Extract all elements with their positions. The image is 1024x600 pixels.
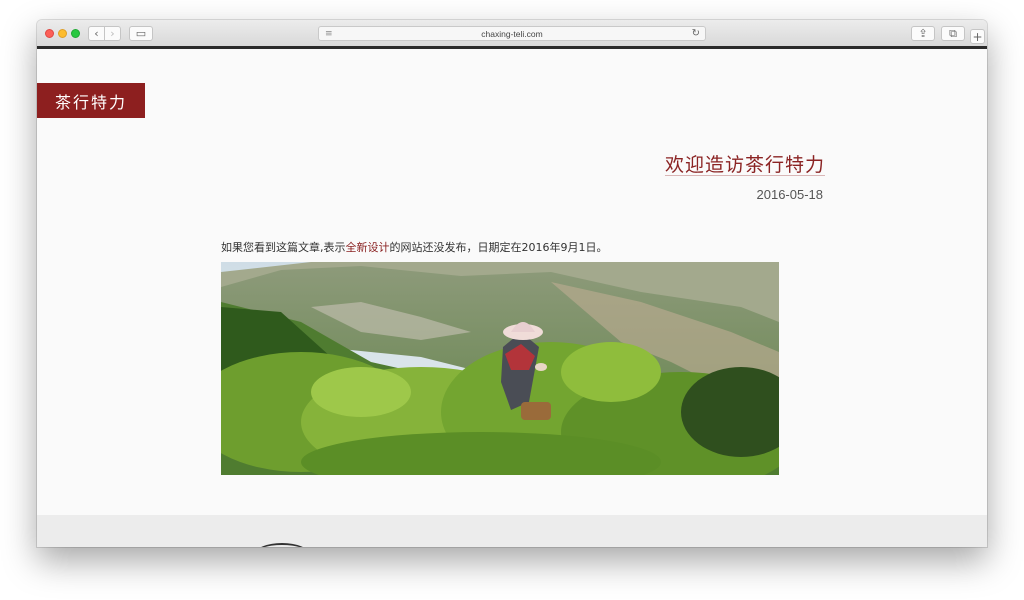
article-paragraph: 如果您看到这篇文章,表示全新设计的网站还没发布，日期定在2016年9月1日。: [221, 239, 608, 255]
reload-icon[interactable]: ↻: [692, 28, 700, 39]
close-window-button[interactable]: [45, 29, 54, 38]
reader-icon[interactable]: ≡: [325, 29, 333, 39]
article-date: 2016-05-18: [756, 187, 824, 202]
address-bar[interactable]: ≡ chaxing-teli.com ↻: [318, 26, 706, 41]
chevron-left-icon: ‹: [94, 27, 99, 40]
new-design-link[interactable]: 全新设计: [346, 241, 390, 254]
share-icon: ⇪: [918, 27, 928, 40]
web-page: 茶行特力 欢迎造访茶行特力 2016-05-18 如果您看到这篇文章,表示全新设…: [37, 49, 987, 547]
site-footer: [37, 515, 987, 547]
tea-picking-photo: [221, 262, 779, 475]
footer-emblem: [255, 543, 309, 547]
browser-toolbar: ‹ › ▭ ≡ chaxing-teli.com ↻ ⇪ ⧉ +: [37, 20, 987, 47]
sidebar-toggle-button[interactable]: ▭: [129, 26, 153, 41]
plus-icon: +: [972, 29, 983, 44]
forward-button[interactable]: ›: [104, 26, 121, 41]
paragraph-text-start: 如果您看到这篇文章,表示: [221, 241, 346, 254]
url-text: chaxing-teli.com: [481, 28, 543, 39]
tea-picking-photo-art: [221, 262, 779, 475]
article-title[interactable]: 欢迎造访茶行特力: [665, 150, 825, 177]
zoom-window-button[interactable]: [71, 29, 80, 38]
browser-window: ‹ › ▭ ≡ chaxing-teli.com ↻ ⇪ ⧉ + 茶行特力 欢迎…: [37, 20, 987, 547]
new-tab-button[interactable]: +: [970, 29, 985, 44]
site-logo[interactable]: 茶行特力: [37, 83, 145, 118]
show-tabs-button[interactable]: ⧉: [941, 26, 965, 41]
back-button[interactable]: ‹: [88, 26, 105, 41]
minimize-window-button[interactable]: [58, 29, 67, 38]
share-button[interactable]: ⇪: [911, 26, 935, 41]
tabs-icon: ⧉: [949, 27, 957, 40]
chevron-right-icon: ›: [110, 27, 115, 40]
sidebar-icon: ▭: [135, 27, 147, 40]
site-logo-text: 茶行特力: [54, 92, 127, 112]
paragraph-text-end: 的网站还没发布，日期定在2016年9月1日。: [389, 241, 608, 254]
